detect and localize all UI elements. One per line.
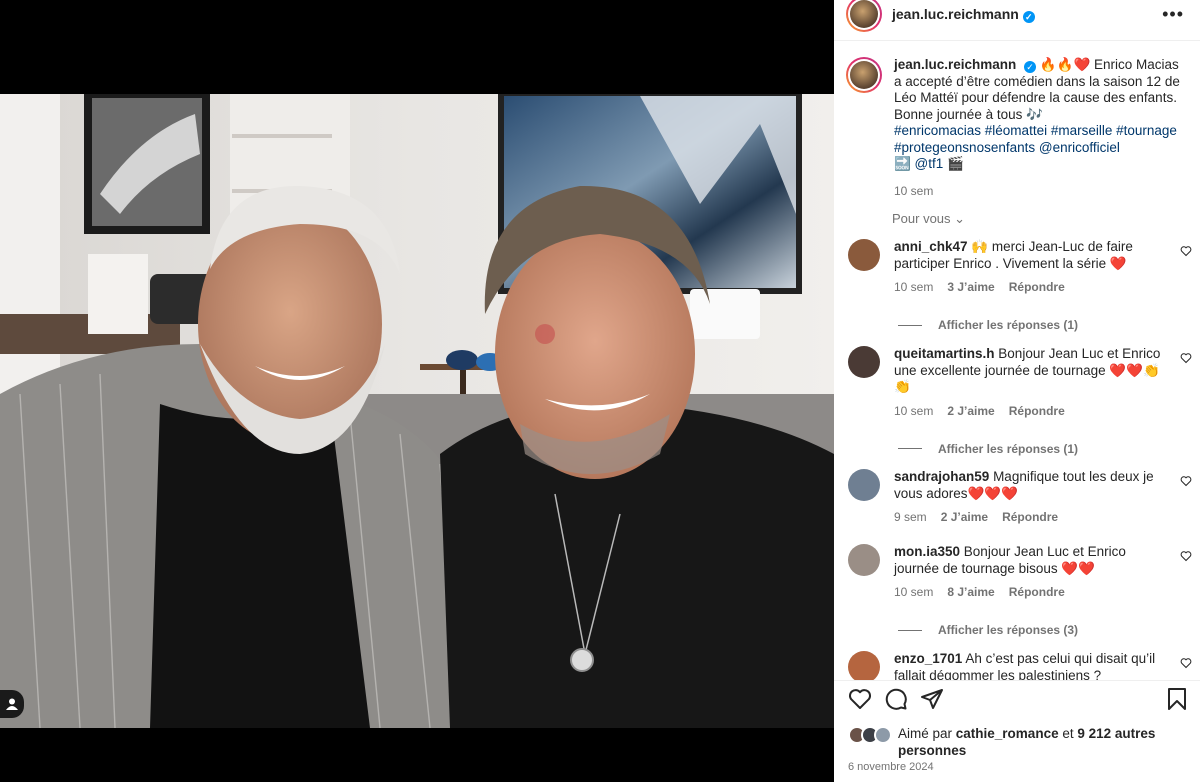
comment-likes[interactable]: 3 J’aime <box>947 280 994 294</box>
comment-likes[interactable]: 8 J’aime <box>947 585 994 599</box>
author-avatar[interactable] <box>846 0 882 32</box>
comment-time[interactable]: 10 sem <box>894 404 933 418</box>
comments-scroll-area[interactable]: jean.luc.reichmann ✓ 🔥🔥❤️ Enrico Macias … <box>834 41 1200 680</box>
commenter-username[interactable]: enzo_1701 <box>894 651 962 666</box>
reply-button[interactable]: Répondre <box>1009 404 1065 418</box>
post-panel: jean.luc.reichmann ✓ ••• jean.luc.reichma… <box>834 0 1200 782</box>
save-bookmark-icon[interactable] <box>1166 687 1188 711</box>
caption-mentions[interactable]: 🔜 @tf1 🎬 <box>894 156 964 171</box>
caption-hashtags[interactable]: #enricomacias #léomattei #marseille #tou… <box>894 123 1177 155</box>
verified-badge-icon: ✓ <box>1024 61 1037 73</box>
username-text[interactable]: jean.luc.reichmann <box>892 6 1019 22</box>
commenter-avatar[interactable] <box>848 651 880 680</box>
commenter-avatar[interactable] <box>848 239 880 271</box>
comment-time[interactable]: 10 sem <box>894 280 933 294</box>
like-comment-heart-icon[interactable] <box>1180 657 1192 669</box>
post-caption: jean.luc.reichmann ✓ 🔥🔥❤️ Enrico Macias … <box>846 57 1188 199</box>
comment: queitamartins.h Bonjour Jean Luc et Enri… <box>846 346 1192 456</box>
reply-button[interactable]: Répondre <box>1009 585 1065 599</box>
reply-button[interactable]: Répondre <box>1002 510 1058 524</box>
caption-username[interactable]: jean.luc.reichmann <box>894 57 1016 72</box>
reply-button[interactable]: Répondre <box>1009 280 1065 294</box>
view-replies-label: Afficher les réponses (3) <box>938 623 1079 637</box>
action-bar <box>848 687 1188 715</box>
comment-likes[interactable]: 2 J’aime <box>947 404 994 418</box>
comment: sandrajohan59 Magnifique tout les deux j… <box>846 469 1192 524</box>
like-heart-icon[interactable] <box>848 687 872 711</box>
caption-time[interactable]: 10 sem <box>894 183 1188 200</box>
for-you-filter[interactable]: Pour vous ⌄ <box>892 211 965 227</box>
commenter-username[interactable]: mon.ia350 <box>894 544 960 559</box>
comment: enzo_1701 Ah c’est pas celui qui disait … <box>846 651 1192 680</box>
like-comment-heart-icon[interactable] <box>1180 245 1192 257</box>
comment-likes[interactable]: 2 J’aime <box>941 510 988 524</box>
view-replies-button[interactable]: Afficher les réponses (3) <box>898 623 1192 637</box>
verified-badge-icon: ✓ <box>1022 11 1035 23</box>
like-comment-heart-icon[interactable] <box>1180 352 1192 364</box>
comment: anni_chk47 🙌 merci Jean-Luc de faire par… <box>846 239 1192 332</box>
person-icon <box>6 698 18 710</box>
comment: mon.ia350 Bonjour Jean Luc et Enrico jou… <box>846 544 1192 637</box>
likes-summary: Aimé par cathie_romance et 9 212 autres … <box>848 725 1188 759</box>
commenter-username[interactable]: anni_chk47 <box>894 239 968 254</box>
post-action-section: Aimé par cathie_romance et 9 212 autres … <box>834 680 1200 782</box>
post-header: jean.luc.reichmann ✓ ••• <box>834 0 1200 32</box>
likes-middle: et <box>1058 726 1078 741</box>
commenter-avatar[interactable] <box>848 544 880 576</box>
comment-time[interactable]: 10 sem <box>894 585 933 599</box>
likes-prefix: Aimé par <box>898 726 956 741</box>
view-replies-label: Afficher les réponses (1) <box>938 441 1079 456</box>
post-date[interactable]: 6 novembre 2024 <box>848 761 934 773</box>
liker-username[interactable]: cathie_romance <box>956 726 1059 741</box>
view-replies-button[interactable]: Afficher les réponses (1) <box>898 318 1192 332</box>
like-comment-heart-icon[interactable] <box>1180 475 1192 487</box>
post-photo[interactable] <box>0 94 834 728</box>
caption-emojis: 🔥🔥❤️ <box>1039 57 1091 72</box>
commenter-username[interactable]: queitamartins.h <box>894 346 995 361</box>
liker-avatars <box>848 726 894 744</box>
view-replies-label: Afficher les réponses (1) <box>938 318 1079 332</box>
caption-author-avatar[interactable] <box>846 57 882 93</box>
like-comment-heart-icon[interactable] <box>1180 550 1192 562</box>
author-username[interactable]: jean.luc.reichmann ✓ <box>892 6 1035 23</box>
commenter-username[interactable]: sandrajohan59 <box>894 469 989 484</box>
commenter-avatar[interactable] <box>848 469 880 501</box>
commenter-avatar[interactable] <box>848 346 880 378</box>
share-send-icon[interactable] <box>920 687 944 711</box>
more-options-icon[interactable]: ••• <box>1162 4 1184 25</box>
tagged-user-button[interactable] <box>0 690 24 718</box>
comment-bubble-icon[interactable] <box>884 687 908 711</box>
post-media <box>0 0 834 782</box>
comment-time[interactable]: 9 sem <box>894 510 927 524</box>
view-replies-button[interactable]: Afficher les réponses (1) <box>898 442 1192 456</box>
